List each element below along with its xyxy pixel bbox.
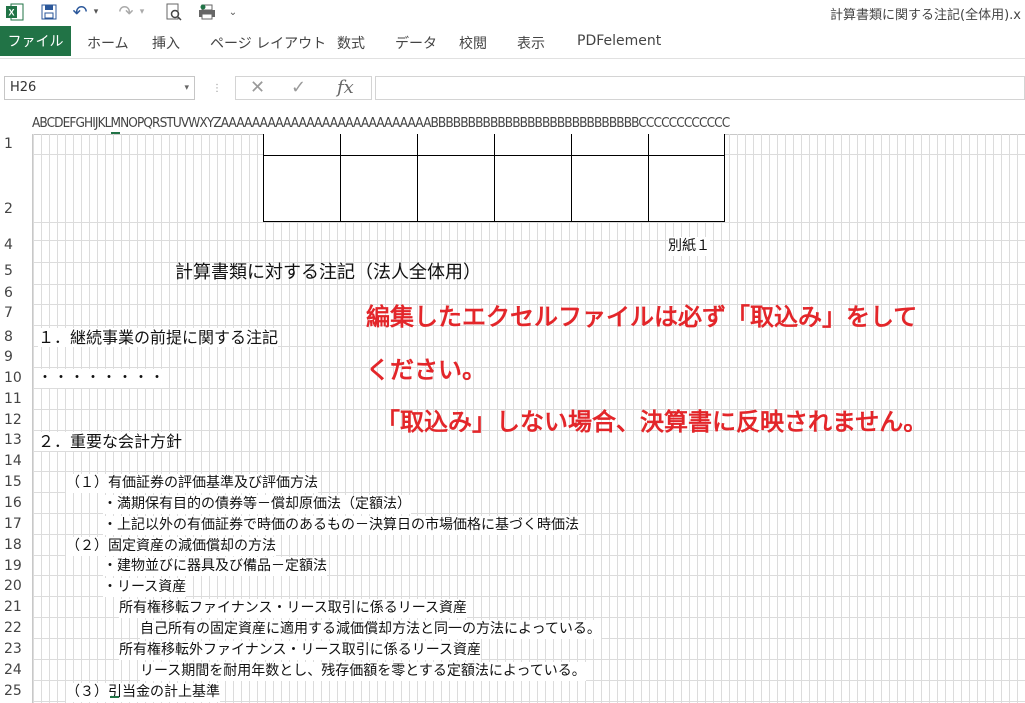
section-heading[interactable]: １．継続事業の前提に関する注記 [38,328,279,347]
row-header[interactable]: 1 2 4 5 6 7 8 9 10 11 12 13 14 15 16 17 … [0,134,33,703]
row-number[interactable]: 15 [4,474,26,490]
name-box-value: H26 [10,80,37,95]
print-preview-icon[interactable] [163,2,185,22]
tab-file[interactable]: ファイル [0,26,71,56]
row-number[interactable]: 10 [4,370,26,386]
cell-text[interactable]: ・満期保有目的の債券等－償却原価法（定額法） [103,495,411,514]
row-number[interactable]: 16 [4,495,26,511]
row-number[interactable]: 7 [4,305,26,321]
header-table[interactable] [263,134,725,222]
formula-buttons: ✕ ✓ fx [235,76,372,100]
resize-handle-icon[interactable]: ⋮ [212,83,222,94]
cell-text[interactable]: （２）固定資産の減価償却の方法 [66,537,276,556]
cell-text[interactable]: 自己所有の固定資産に適用する減価償却方法と同一の方法によっている。 [140,620,601,639]
row-number[interactable]: 9 [4,349,26,365]
tab-formulas[interactable]: 数式 [337,33,365,53]
row-number[interactable]: 17 [4,516,26,532]
row-number[interactable]: 12 [4,412,26,428]
ribbon-tabs: ファイル ホーム 挿入 ページ レイアウト 数式 データ 校閲 表示 PDFel… [0,24,1025,58]
formula-input[interactable] [375,76,1025,100]
row-number[interactable]: 25 [4,683,26,699]
tab-insert[interactable]: 挿入 [152,33,180,53]
row-number[interactable]: 5 [4,263,26,279]
cell-text[interactable]: ・リース資産 [103,578,187,597]
svg-text:X: X [8,8,14,18]
tab-page-layout[interactable]: ページ レイアウト [210,33,326,53]
sheet-heading[interactable]: 計算書類に対する注記（法人全体用） [175,261,481,285]
gridline [33,451,1025,452]
redo-dropdown-icon[interactable]: ▾ [137,2,147,22]
cancel-icon[interactable]: ✕ [250,77,265,99]
row-number[interactable]: 20 [4,578,26,594]
gridline [33,240,1025,241]
cell-text[interactable]: （１）有価証券の評価基準及び評価方法 [66,474,318,493]
cell-text[interactable]: リース期間を耐用年数とし、残存価額を零とする定額法によっている。 [140,662,586,681]
row-number[interactable]: 24 [4,662,26,678]
row-number[interactable]: 11 [4,391,26,407]
cell-text[interactable]: ・建物並びに器具及び備品－定額法 [103,557,327,576]
tab-view[interactable]: 表示 [517,33,545,53]
enter-icon[interactable]: ✓ [291,77,306,99]
row-number[interactable]: 6 [4,285,26,301]
gridline [33,471,1025,472]
save-icon[interactable] [38,2,60,22]
cell-text[interactable]: 所有権移転ファイナンス・リース取引に係るリース資産 [119,599,468,618]
column-letters[interactable]: ABCDEFGHIJKLMNOPQRSTUVWXYZAAAAAAAAAAAAAA… [32,115,730,131]
customize-toolbar-icon[interactable]: ⌄ [228,2,238,22]
tab-data[interactable]: データ [395,33,437,53]
row-number[interactable]: 8 [4,329,26,345]
row-number[interactable]: 13 [4,432,26,448]
quick-print-icon[interactable] [196,2,218,22]
active-cell-indicator [110,696,119,698]
cell-text[interactable]: ・・・・・・・・ [38,369,166,388]
cell-text[interactable]: （３）引当金の計上基準 [66,683,220,702]
import-notice-line-1: 編集したエクセルファイルは必ず「取込み」をして [366,303,918,331]
row-number[interactable]: 18 [4,537,26,553]
section-heading[interactable]: ２．重要な会計方針 [38,432,183,451]
tab-pdfelement[interactable]: PDFelement [577,33,661,49]
redo-icon[interactable]: ↷ [116,2,136,23]
row-number[interactable]: 1 [4,136,26,152]
import-notice-line-2: ください。 [366,356,486,384]
row-number[interactable]: 19 [4,558,26,574]
column-header[interactable]: ABCDEFGHIJKLMNOPQRSTUVWXYZAAAAAAAAAAAAAA… [0,114,1025,135]
row-number[interactable]: 4 [4,237,26,253]
quick-access-toolbar: X ↶ ▾ ↷ ▾ ⌄ 計算書類に関する注記(全体用).x [0,0,1025,24]
cell-text[interactable]: 所有権移転外ファイナンス・リース取引に係るリース資産 [119,641,482,660]
row-number[interactable]: 21 [4,599,26,615]
undo-dropdown-icon[interactable]: ▾ [91,2,101,22]
formula-bar: H26 ▾ ⋮ ✕ ✓ fx [0,58,1025,115]
chevron-down-icon[interactable]: ▾ [184,77,189,99]
attachment-label[interactable]: 別紙１ [668,237,710,256]
excel-logo-icon[interactable]: X [4,2,26,22]
row-number[interactable]: 23 [4,641,26,657]
insert-function-icon[interactable]: fx [337,77,354,99]
tab-home[interactable]: ホーム [87,33,129,53]
row-number[interactable]: 2 [4,201,26,217]
undo-icon[interactable]: ↶ [70,2,90,23]
window-title: 計算書類に関する注記(全体用).x [830,8,1021,23]
tab-review[interactable]: 校閲 [459,33,487,53]
import-notice-line-3: 「取込み」しない場合、決算書に反映されません。 [376,408,928,436]
gridline [33,367,1025,368]
gridline [33,222,1025,223]
row-number[interactable]: 22 [4,620,26,636]
name-box[interactable]: H26 ▾ [4,76,195,100]
gridline [33,388,1025,389]
row-number[interactable]: 14 [4,453,26,469]
cell-text[interactable]: ・上記以外の有価証券で時価のあるもの－決算日の市場価格に基づく時価法 [103,516,579,535]
